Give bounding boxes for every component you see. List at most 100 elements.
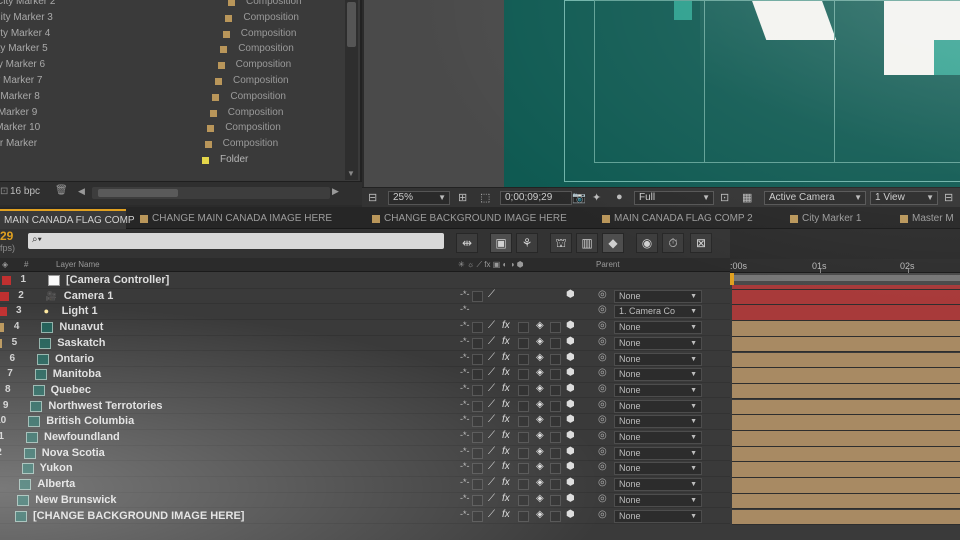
label-color-swatch[interactable] [207, 125, 215, 133]
shy-switch-icon[interactable]: -*- [460, 493, 470, 503]
layer-row[interactable]: 15New Brunswick-*-⟋fx◈⬢◎None▼ [0, 493, 730, 509]
project-scrollbar[interactable]: ▼ [345, 0, 358, 180]
effects-switch[interactable]: fx [502, 446, 510, 457]
project-item[interactable]: City Marker 6 Composition [0, 57, 345, 73]
shy-switch-icon[interactable]: -*- [460, 414, 470, 424]
parent-select[interactable]: None ▼ [614, 509, 702, 523]
shy-switch-icon[interactable]: -*- [460, 383, 470, 393]
layer-row[interactable]: 1 [Camera Controller] [0, 273, 730, 289]
layer-name-column-header[interactable]: Layer Name [56, 260, 100, 269]
motion-blur-switch-icon[interactable]: ◈ [536, 336, 544, 347]
motion-blur-switch-icon[interactable]: ◈ [536, 414, 544, 425]
parent-select[interactable]: None ▼ [614, 352, 702, 366]
effects-switch[interactable]: fx [502, 493, 510, 504]
layer-row[interactable]: 3 ● Light 1 -*- ◎ 1. Camera Co ▼ [0, 304, 730, 320]
scroll-down-icon[interactable]: ▼ [347, 169, 355, 178]
layer-row[interactable]: 4 Nunavut -*- ⟋ fx ◈ ⬢ ◎ None ▼ [0, 320, 730, 336]
shy-switch-icon[interactable]: -*- [460, 509, 470, 519]
camera-view-select[interactable]: Active Camera ▼ [764, 191, 866, 205]
collapse-switch[interactable] [472, 322, 483, 334]
current-time-indicator[interactable] [730, 273, 734, 285]
layer-name[interactable]: Nunavut [59, 321, 103, 333]
layer-duration-bar[interactable] [732, 289, 960, 306]
toggle-pixel-aspect-icon[interactable]: ⊟ [944, 191, 953, 204]
work-area-range[interactable] [730, 275, 960, 281]
pick-whip-icon[interactable]: ◎ [598, 493, 607, 504]
motion-blur-switch-icon[interactable]: ◈ [536, 461, 544, 472]
adjustment-switch[interactable] [550, 479, 561, 491]
frame-blend-switch[interactable] [518, 447, 529, 459]
shy-switch-icon[interactable]: -*- [460, 289, 470, 299]
3d-layer-switch-icon[interactable]: ⬢ [566, 320, 575, 331]
effects-switch[interactable]: fx [502, 509, 510, 520]
layer-name[interactable]: Ontario [55, 353, 94, 365]
project-item[interactable]: olidsFolder [0, 152, 345, 168]
layer-name[interactable]: Alberta [37, 478, 75, 490]
pick-whip-icon[interactable]: ◎ [598, 399, 607, 410]
layer-row[interactable]: 7 Manitoba -*- ⟋ fx ◈ ⬢ ◎ None ▼ [0, 367, 730, 383]
label-color-swatch[interactable] [225, 14, 233, 22]
adjustment-switch[interactable] [550, 400, 561, 412]
frame-blend-switch[interactable] [518, 432, 529, 443]
label-color-swatch[interactable] [220, 46, 228, 54]
motion-blur-switch-icon[interactable]: ◈ [536, 320, 544, 331]
layer-duration-bar[interactable] [732, 321, 960, 337]
pick-whip-icon[interactable]: ◎ [598, 304, 607, 315]
project-item[interactable]: City Marker 4 Composition [0, 26, 345, 42]
layer-name[interactable]: New Brunswick [35, 494, 116, 506]
pick-whip-icon[interactable]: ◎ [598, 446, 607, 457]
project-item[interactable]: City Marker 5 Composition [0, 41, 345, 57]
shy-switch-icon[interactable]: -*- [460, 446, 470, 456]
hide-video-button[interactable]: ⊠ [690, 233, 712, 253]
effects-switch[interactable]: fx [502, 320, 510, 331]
motion-blur-switch-icon[interactable]: ◈ [536, 383, 544, 394]
layer-name[interactable]: Newfoundland [44, 431, 120, 443]
trash-icon[interactable]: 🗑 [55, 185, 68, 196]
project-item[interactable]: City Marker 2 Composition [0, 0, 345, 10]
quality-switch-icon[interactable]: ⟋ [488, 336, 495, 347]
collapse-switch[interactable] [472, 400, 483, 412]
region-of-interest-icon[interactable]: ⊡ [720, 191, 729, 204]
tab-main-canada-flag-comp[interactable]: MAIN CANADA FLAG COMP [0, 209, 135, 229]
3d-layer-switch-icon[interactable]: ⬢ [566, 430, 575, 441]
show-channel-icon[interactable]: ✦ [592, 191, 601, 204]
frame-blend-switch[interactable] [518, 494, 529, 506]
parent-select[interactable]: None ▼ [614, 368, 702, 382]
layer-name[interactable]: [Camera Controller] [66, 274, 169, 286]
pick-whip-icon[interactable]: ◎ [598, 509, 607, 520]
effects-switch[interactable]: fx [502, 477, 510, 488]
collapse-switch[interactable] [472, 479, 483, 491]
adjustment-switch[interactable] [550, 463, 561, 475]
shy-layers-button[interactable]: ⚘ [516, 233, 538, 253]
frame-blend-switch[interactable] [518, 463, 529, 475]
layer-row[interactable]: 2 🎥 Camera 1 -*- ⟋ ⬢ ◎ None ▼ [0, 289, 730, 305]
shy-switch-icon[interactable]: -*- [460, 477, 470, 487]
effects-switch[interactable]: fx [502, 336, 510, 347]
parent-select[interactable]: None ▼ [614, 289, 702, 303]
motion-blur-switch-icon[interactable]: ◈ [536, 509, 544, 520]
composition-viewer[interactable] [364, 0, 960, 205]
quality-switch-icon[interactable]: ⟋ [488, 399, 495, 410]
parent-select[interactable]: None ▼ [614, 321, 702, 335]
label-color-swatch[interactable] [217, 62, 225, 70]
bpc-label[interactable]: 16 bpc [10, 186, 40, 197]
collapse-switch[interactable] [472, 384, 483, 396]
color-channel-icon[interactable]: ● [616, 191, 623, 203]
motion-blur-switch-icon[interactable]: ◈ [536, 399, 544, 410]
frame-blend-switch[interactable] [518, 416, 529, 428]
brainstorm-button[interactable]: ◉ [636, 233, 658, 253]
collapse-switch[interactable] [472, 432, 483, 443]
layer-row[interactable]: 13Yukon-*-⟋fx◈⬢◎None▼ [0, 461, 730, 477]
motion-blur-switch-icon[interactable]: ◈ [536, 446, 544, 457]
frame-blend-switch[interactable] [518, 322, 529, 334]
quality-switch-icon[interactable]: ⟋ [488, 320, 495, 331]
project-item[interactable]: City Marker 8 Composition [0, 89, 345, 105]
shy-switch-icon[interactable]: -*- [460, 430, 470, 440]
tab-change-background-image-here[interactable]: CHANGE BACKGROUND IMAGE HERE [368, 209, 590, 229]
project-item[interactable]: Master Marker Composition [0, 136, 345, 152]
shy-switch-icon[interactable]: -*- [460, 352, 470, 362]
3d-layer-switch-icon[interactable]: ⬢ [566, 399, 575, 410]
adjustment-switch[interactable] [550, 384, 561, 396]
shy-switch-icon[interactable]: -*- [460, 367, 470, 377]
collapse-switch[interactable] [472, 369, 483, 381]
